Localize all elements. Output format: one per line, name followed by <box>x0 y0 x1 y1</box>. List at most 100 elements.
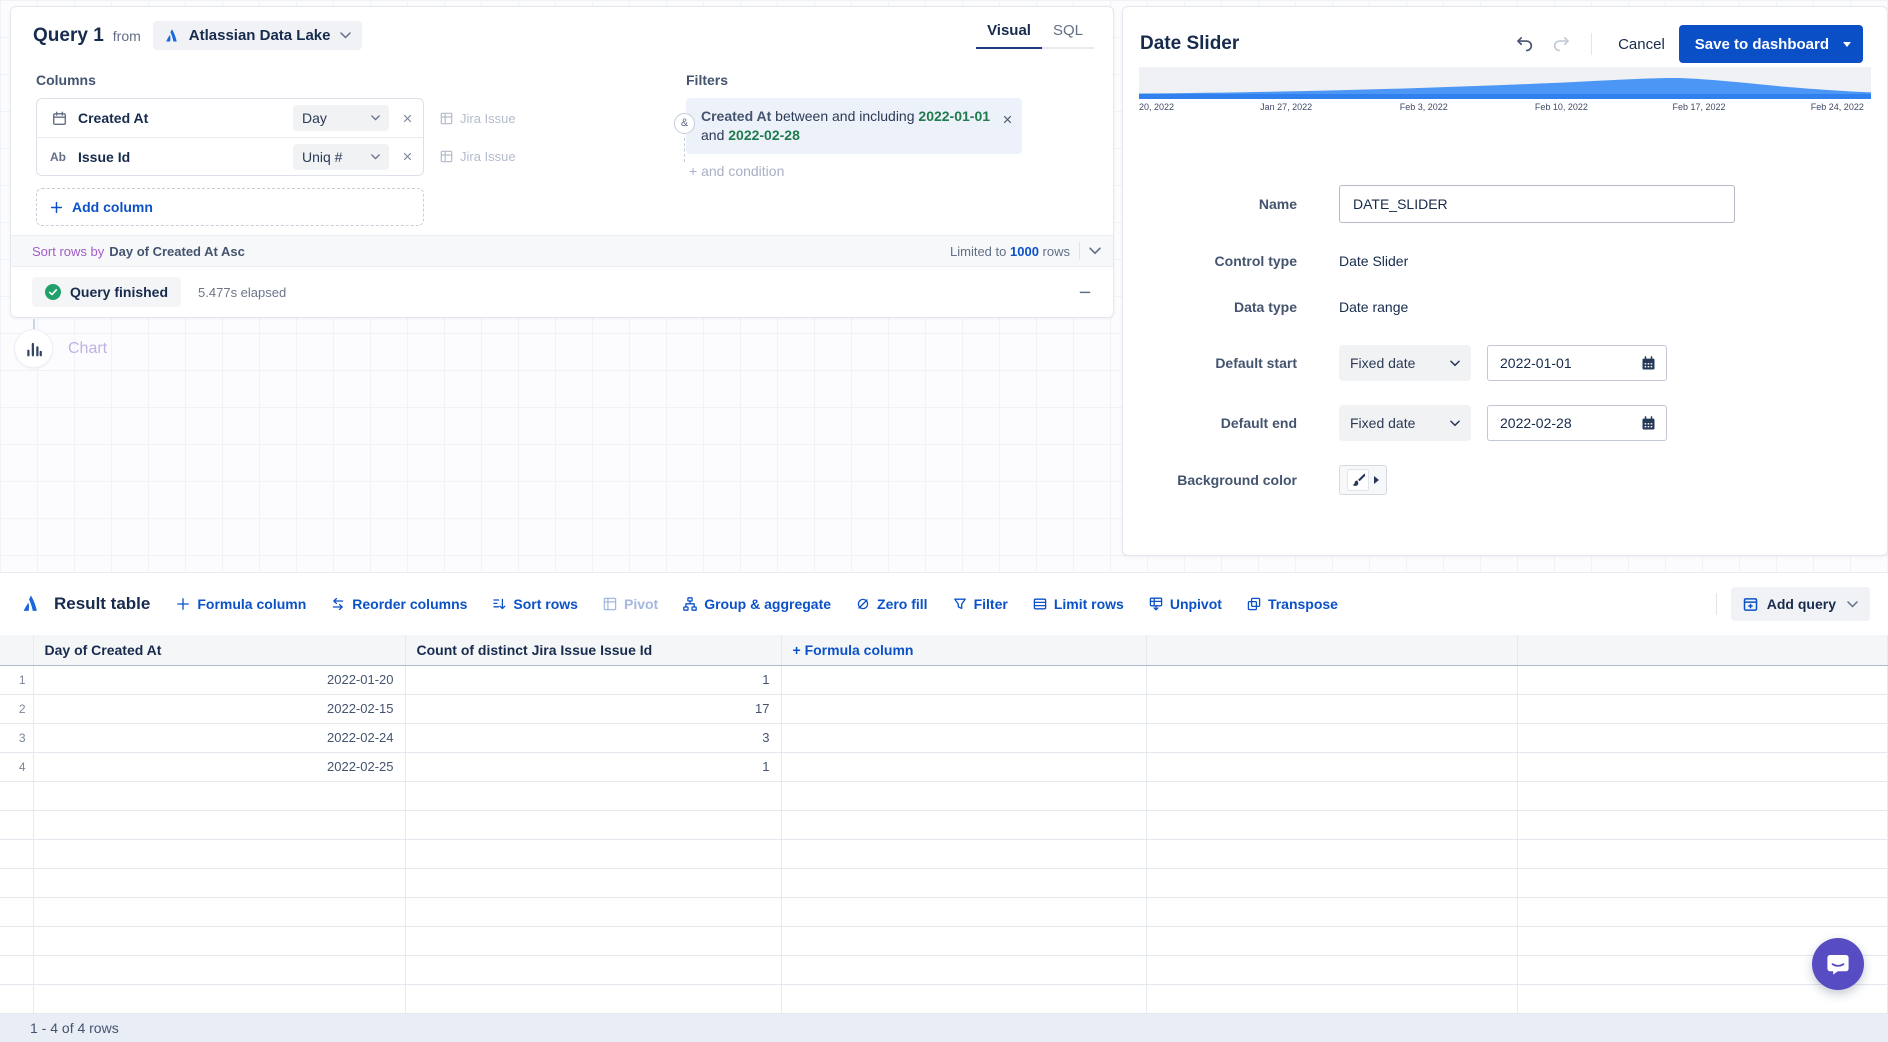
toolbar-formula-column[interactable]: Formula column <box>176 596 306 612</box>
table-row: 2 2022-02-15 17 <box>0 694 1888 724</box>
data-type-row: Data type Date range <box>1123 299 1887 315</box>
cell-empty <box>781 810 1147 840</box>
row-number <box>0 868 34 898</box>
calendar-icon[interactable] <box>1641 355 1656 371</box>
table-row <box>0 926 1888 956</box>
sort-rows-icon <box>492 597 506 611</box>
default-start-date-input[interactable]: 2022-01-01 <box>1487 345 1667 381</box>
column-modifier-select[interactable]: Day <box>293 105 389 131</box>
slider-tick-label: Jan 27, 2022 <box>1260 102 1313 112</box>
row-count-status: 1 - 4 of 4 rows <box>30 1020 119 1036</box>
toolbar-group-aggregate[interactable]: Group & aggregate <box>683 596 831 612</box>
table-row <box>0 955 1888 985</box>
sort-bar[interactable]: Sort rows by Day of Created At Asc Limit… <box>11 235 1113 267</box>
cell-count: 3 <box>405 723 782 753</box>
toolbar-filter[interactable]: Filter <box>953 596 1008 612</box>
tab-sql[interactable]: SQL <box>1042 17 1094 47</box>
datasource-selector[interactable]: Atlassian Data Lake <box>152 21 362 50</box>
toolbar-unpivot[interactable]: Unpivot <box>1149 596 1222 612</box>
default-end-label: Default end <box>1220 415 1297 431</box>
cell-empty <box>781 868 1147 898</box>
slider-tick-label: Feb 3, 2022 <box>1399 102 1448 112</box>
limit-value[interactable]: 1000 <box>1010 244 1039 259</box>
toolbar-limit-rows[interactable]: Limit rows <box>1033 596 1124 612</box>
column-row-issue-id[interactable]: Ab Issue Id Uniq # Jira Issue <box>37 137 516 175</box>
add-column-button[interactable]: Add column <box>36 188 424 226</box>
transpose-icon <box>1247 597 1261 611</box>
paintbrush-icon <box>1347 469 1369 491</box>
plus-icon <box>50 201 63 214</box>
column-modifier-select[interactable]: Uniq # <box>293 143 389 170</box>
chat-widget-button[interactable] <box>1812 938 1864 990</box>
toolbar-zero-fill[interactable]: Zero fill <box>856 596 928 612</box>
column-row-created-at[interactable]: Created At Day Jira Issue <box>37 99 516 137</box>
result-table-title: Result table <box>54 594 151 613</box>
chart-node[interactable]: Chart <box>15 330 107 367</box>
toolbar-pivot: Pivot <box>603 596 658 612</box>
collapse-chevron-icon[interactable] <box>1089 247 1101 255</box>
slider-tick-label: 20, 2022 <box>1139 102 1175 112</box>
formula-column-header[interactable]: + Formula column <box>781 635 1147 666</box>
sort-prefix: Sort rows by <box>32 243 105 259</box>
row-number: 1 <box>0 665 34 695</box>
undo-icon[interactable] <box>1516 36 1534 52</box>
result-table: Day of Created At Count of distinct Jira… <box>0 635 1888 1014</box>
row-number <box>0 781 34 811</box>
slider-tick-label: Feb 24, 2022 <box>1810 102 1864 112</box>
filter-condition-chip[interactable]: & Created At between and including 2022-… <box>674 98 1022 162</box>
cell-empty <box>1517 868 1888 898</box>
cell-empty <box>1146 955 1518 985</box>
cell-empty <box>781 839 1147 869</box>
filters-section: Filters & Created At between and includi… <box>674 72 1022 226</box>
cell-day: 2022-02-15 <box>33 694 406 724</box>
cell-empty <box>781 984 1147 1014</box>
query-panel-header: Query 1 from Atlassian Data Lake Visual … <box>11 7 1113 50</box>
default-end-mode-select[interactable]: Fixed date <box>1339 405 1471 441</box>
slider-track[interactable] <box>1139 67 1871 99</box>
query-status-label: Query finished <box>70 284 169 300</box>
row-number: 2 <box>0 694 34 724</box>
pivot-icon <box>603 597 617 611</box>
add-query-button[interactable]: Add query <box>1730 587 1870 621</box>
redo-icon[interactable] <box>1552 36 1570 52</box>
table-row <box>0 897 1888 927</box>
add-query-icon <box>1743 597 1758 612</box>
background-color-label: Background color <box>1177 472 1297 488</box>
remove-column-button[interactable] <box>402 113 413 124</box>
remove-column-button[interactable] <box>402 151 413 162</box>
cell-count: 1 <box>405 752 782 782</box>
add-condition-button[interactable]: + and condition <box>689 163 1022 179</box>
tab-visual[interactable]: Visual <box>976 17 1042 49</box>
row-number <box>0 984 34 1014</box>
minimize-icon[interactable] <box>1078 285 1092 299</box>
cell-empty <box>1517 665 1888 695</box>
remove-filter-button[interactable] <box>1002 114 1013 125</box>
toolbar-sort-rows[interactable]: Sort rows <box>492 596 578 612</box>
calendar-icon[interactable] <box>1641 415 1656 431</box>
name-input[interactable] <box>1339 185 1735 223</box>
cell-empty <box>1517 723 1888 753</box>
toolbar-transpose[interactable]: Transpose <box>1247 596 1338 612</box>
limit-rows-icon <box>1033 597 1047 611</box>
default-end-date-input[interactable]: 2022-02-28 <box>1487 405 1667 441</box>
query-title: Query 1 <box>33 24 104 46</box>
reorder-columns-icon <box>331 597 345 611</box>
cancel-button[interactable]: Cancel <box>1618 36 1665 53</box>
cell-count <box>405 839 782 869</box>
background-color-picker[interactable] <box>1339 465 1387 495</box>
date-slider-preview[interactable]: 20, 2022 Jan 27, 2022 Feb 3, 2022 Feb 10, 2… <box>1139 67 1871 113</box>
calendar-icon <box>50 111 68 126</box>
column-source-tag: Jira Issue <box>440 149 516 164</box>
save-to-dashboard-button[interactable]: Save to dashboard <box>1678 25 1863 63</box>
save-options-caret[interactable] <box>1835 41 1863 47</box>
table-header-row: Day of Created At Count of distinct Jira… <box>0 635 1888 666</box>
default-start-label: Default start <box>1215 355 1297 371</box>
cell-day <box>33 868 406 898</box>
name-label: Name <box>1258 196 1297 212</box>
toolbar-reorder-columns[interactable]: Reorder columns <box>331 596 467 612</box>
control-title: Date Slider <box>1140 33 1240 54</box>
table-row <box>0 984 1888 1014</box>
default-start-mode-select[interactable]: Fixed date <box>1339 345 1471 381</box>
datasource-label: Atlassian Data Lake <box>188 27 331 44</box>
chart-node-label: Chart <box>68 339 108 357</box>
